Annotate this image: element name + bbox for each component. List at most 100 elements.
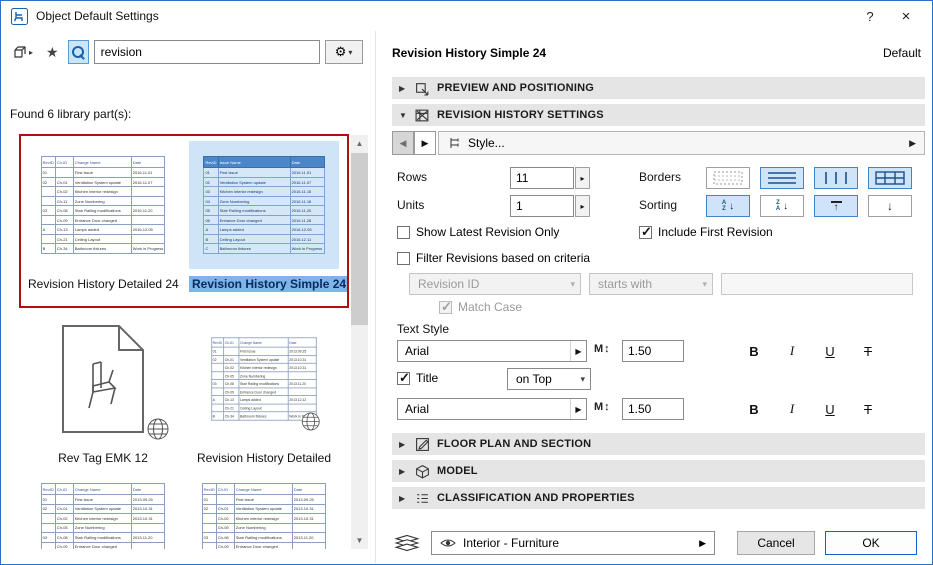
- library-item-detailed[interactable]: RevIDCh-IDChange NameDate01First issue20…: [189, 315, 339, 465]
- library-browser-icon: [13, 45, 28, 60]
- sort-latest-bottom-button[interactable]: ↓: [868, 195, 912, 217]
- operator-dropdown[interactable]: starts with ▾: [589, 273, 713, 295]
- sort-za-icon: Z A: [776, 200, 780, 212]
- layer-dropdown[interactable]: Interior - Furniture ▶: [431, 531, 715, 555]
- criterion-dropdown[interactable]: Revision ID ▾: [409, 273, 581, 295]
- border-vertical-button[interactable]: [814, 167, 858, 189]
- found-count-label: Found 6 library part(s):: [10, 107, 131, 121]
- default-state-label: Default: [883, 46, 921, 60]
- match-case-checkbox[interactable]: Match Case: [439, 299, 522, 315]
- font-dropdown-primary[interactable]: Arial ▶: [397, 340, 587, 362]
- library-item-thumbnail: RevIDCh-IDChange NameDate01First issue20…: [189, 483, 339, 549]
- cancel-button[interactable]: Cancel: [737, 531, 815, 555]
- section-preview-positioning[interactable]: ▶ PREVIEW AND POSITIONING: [392, 77, 925, 99]
- border-vertical-icon: [821, 171, 851, 185]
- border-grid-button[interactable]: [868, 167, 912, 189]
- font-dropdown-title[interactable]: Arial ▶: [397, 398, 587, 420]
- classification-list-icon: [415, 491, 430, 506]
- flyout-arrow-icon: ▶: [570, 399, 586, 419]
- units-flyout-button[interactable]: ▸: [575, 195, 590, 217]
- text-size-input-title[interactable]: [622, 398, 684, 420]
- border-horizontal-button[interactable]: [760, 167, 804, 189]
- title-bar: Object Default Settings ? ×: [1, 1, 932, 31]
- right-arrow-icon: ▶: [909, 138, 916, 149]
- preview-positioning-icon: [415, 81, 430, 96]
- text-size-input-primary[interactable]: [622, 340, 684, 362]
- close-button[interactable]: ×: [892, 4, 920, 28]
- italic-button[interactable]: I: [778, 340, 806, 362]
- page-icon: [55, 320, 151, 438]
- scroll-up-icon[interactable]: ▲: [351, 135, 368, 152]
- units-label: Units: [397, 198, 424, 212]
- text-style-label: Text Style: [397, 322, 449, 336]
- model-cube-icon: [415, 464, 430, 479]
- chevron-right-icon: ▶: [399, 467, 408, 476]
- italic-button-title[interactable]: I: [778, 398, 806, 420]
- section-model[interactable]: ▶ MODEL: [392, 460, 925, 482]
- favorites-button[interactable]: ★: [42, 40, 63, 64]
- library-item-thumbnail: RevIDCh-IDChange NameDate01First issue20…: [28, 141, 178, 269]
- flyout-arrow-icon: ▸: [580, 174, 584, 183]
- strikethrough-button-title[interactable]: T: [854, 398, 882, 420]
- underline-button-title[interactable]: U: [816, 398, 844, 420]
- units-input[interactable]: [510, 195, 574, 217]
- chevron-right-icon: ▶: [399, 494, 408, 503]
- search-input[interactable]: [94, 40, 320, 64]
- section-floor-plan[interactable]: ▶ FLOOR PLAN AND SECTION: [392, 433, 925, 455]
- next-style-button[interactable]: ▶: [414, 131, 436, 155]
- show-latest-revision-checkbox[interactable]: Show Latest Revision Only: [397, 224, 559, 240]
- library-item-detailed-24[interactable]: RevIDCh-IDChange NameDate01First issue20…: [28, 141, 178, 291]
- sort-ascending-button[interactable]: A Z ↓: [706, 195, 750, 217]
- chevron-right-icon: ▶: [399, 440, 408, 449]
- library-browse-button[interactable]: ▸: [9, 40, 37, 64]
- search-settings-button[interactable]: ⚙ ▾: [325, 40, 363, 64]
- dropdown-arrow-icon: ▾: [348, 48, 352, 57]
- title-position-dropdown[interactable]: on Top ▾: [507, 368, 591, 390]
- section-classification-properties[interactable]: ▶ CLASSIFICATION AND PROPERTIES: [392, 487, 925, 509]
- star-icon: ★: [46, 45, 59, 59]
- filter-revisions-checkbox[interactable]: Filter Revisions based on criteria: [397, 250, 590, 266]
- title-checkbox[interactable]: Title: [397, 370, 438, 386]
- flyout-arrow-icon: ▸: [580, 202, 584, 211]
- rows-flyout-button[interactable]: ▸: [575, 167, 590, 189]
- underline-button[interactable]: U: [816, 340, 844, 362]
- previous-style-button[interactable]: ◀: [392, 131, 414, 155]
- results-scrollbar[interactable]: ▲ ▼: [351, 135, 368, 549]
- criterion-value-input[interactable]: [721, 273, 913, 295]
- style-button[interactable]: Style... ▶: [438, 131, 925, 155]
- include-first-revision-checkbox[interactable]: Include First Revision: [639, 224, 773, 240]
- text-height-icon: M↕: [594, 343, 610, 355]
- style-icon: [447, 136, 461, 150]
- revision-history-icon: [415, 108, 430, 123]
- scrollbar-thumb[interactable]: [351, 153, 368, 325]
- bold-button-title[interactable]: B: [740, 398, 768, 420]
- library-item-rev-tag[interactable]: Rev Tag EMK 12: [28, 315, 178, 465]
- section-revision-history-settings[interactable]: ▼ REVISION HISTORY SETTINGS: [392, 104, 925, 126]
- bold-button[interactable]: B: [740, 340, 768, 362]
- border-none-button[interactable]: [706, 167, 750, 189]
- checkbox-box: [397, 372, 410, 385]
- floor-plan-icon: [415, 437, 430, 452]
- scroll-down-icon[interactable]: ▼: [351, 532, 368, 549]
- sort-latest-top-button[interactable]: ↑: [814, 195, 858, 217]
- rows-input[interactable]: [510, 167, 574, 189]
- sorting-label: Sorting: [639, 198, 677, 212]
- text-height-icon: M↕: [594, 401, 610, 413]
- library-item-partial-2[interactable]: RevIDCh-IDChange NameDate01First issue20…: [189, 483, 339, 549]
- strikethrough-button[interactable]: T: [854, 340, 882, 362]
- library-item-partial-1[interactable]: RevIDCh-IDChange NameDate01First issue20…: [28, 483, 178, 549]
- ok-button[interactable]: OK: [825, 531, 917, 555]
- dropdown-arrow-icon: ▾: [696, 279, 707, 290]
- dropdown-arrow-icon: ▾: [574, 374, 585, 385]
- gear-icon: ⚙: [335, 44, 347, 60]
- search-button[interactable]: [68, 40, 89, 64]
- library-item-label: Revision History Detailed: [189, 451, 339, 465]
- sort-descending-button[interactable]: Z A ↓: [760, 195, 804, 217]
- flyout-arrow-icon: ▸: [29, 48, 33, 57]
- border-grid-icon: [875, 171, 905, 185]
- library-item-simple-24[interactable]: RevIDIssue NameDate01First issue2016.11.…: [189, 141, 339, 291]
- help-button[interactable]: ?: [856, 4, 884, 28]
- settings-panel: Revision History Simple 24 Default ▶ PRE…: [375, 31, 931, 563]
- checkbox-box: [397, 226, 410, 239]
- left-arrow-icon: ◀: [400, 138, 407, 149]
